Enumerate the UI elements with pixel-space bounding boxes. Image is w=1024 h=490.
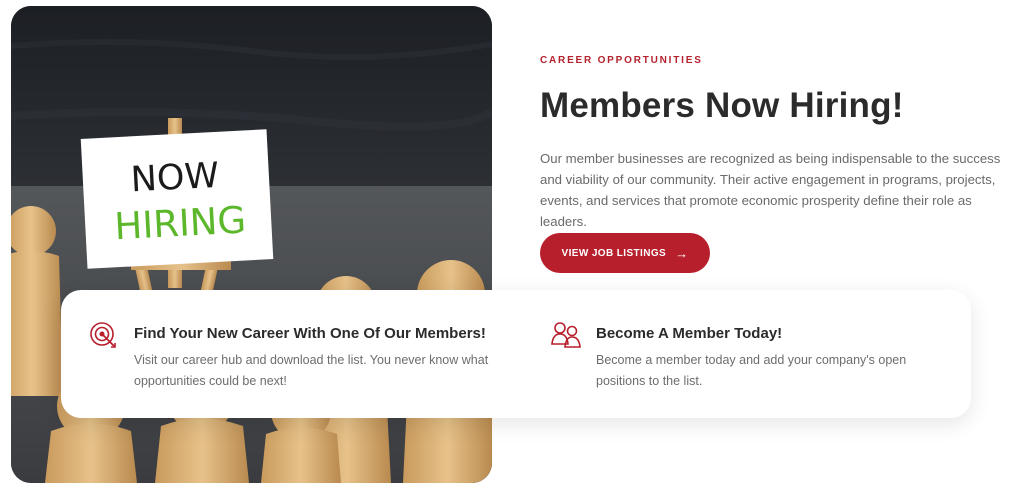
feature-description: Visit our career hub and download the li… [134, 353, 489, 388]
target-icon [90, 322, 116, 348]
cta-label: VIEW JOB LISTINGS [561, 247, 667, 259]
sign-line-hiring: HIRING [113, 198, 247, 248]
feature-title: Become A Member Today! [596, 325, 783, 342]
sign-line-now: NOW [130, 156, 220, 201]
section-kicker: CAREER OPPORTUNITIES [540, 55, 703, 66]
page-title: Members Now Hiring! [540, 86, 904, 125]
intro-paragraph: Our member businesses are recognized as … [540, 151, 1001, 229]
wooden-figure [11, 206, 63, 396]
feature-title: Find Your New Career With One Of Our Mem… [134, 325, 486, 342]
members-icon [551, 322, 581, 348]
feature-description: Become a member today and add your compa… [596, 353, 907, 388]
arrow-right-icon: → [675, 245, 689, 261]
info-card: Find Your New Career With One Of Our Mem… [61, 290, 971, 418]
view-job-listings-button[interactable]: VIEW JOB LISTINGS → [540, 233, 710, 273]
